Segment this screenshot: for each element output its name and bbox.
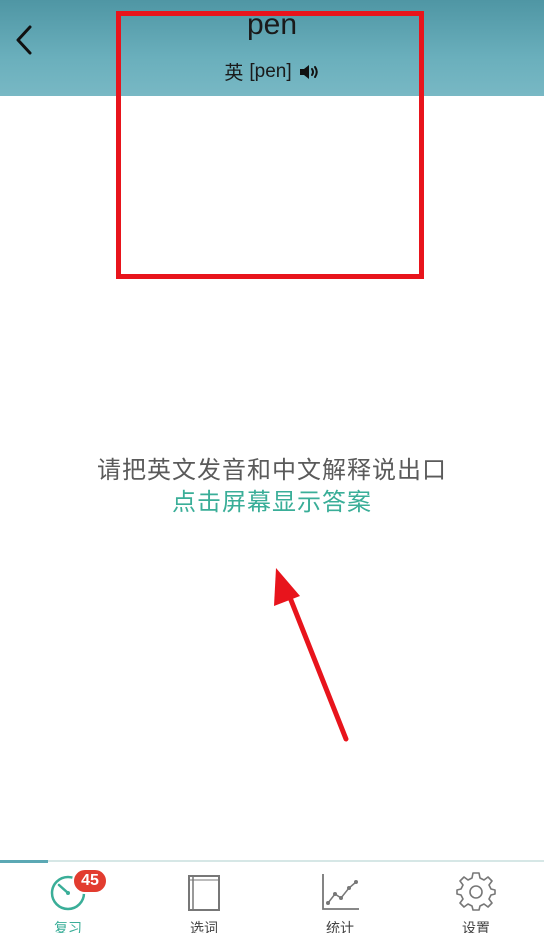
tab-settings[interactable]: 设置 [408,862,544,933]
speaker-icon[interactable] [298,63,320,81]
tab-label: 统计 [326,921,354,933]
tab-label: 选词 [190,921,218,933]
tab-select-words[interactable]: 选词 [136,862,272,933]
phonetic-text: [pen] [249,60,292,82]
phonetic-lang: 英 [224,63,244,84]
phonetic-row: 英 [pen] [0,58,544,85]
book-icon [184,872,224,912]
word-title: pen [246,8,298,41]
tab-statistics[interactable]: 统计 [272,862,408,933]
word-header: pen 英 [pen] [0,0,544,96]
tab-label: 复习 [54,921,82,933]
tab-review[interactable]: 45 复习 [0,862,136,933]
instruction-text: 请把英文发音和中文解释说出口 [97,456,447,484]
bottom-tab-bar: 45 复习 选词 统计 设置 [0,860,544,933]
gear-icon [456,872,496,912]
reveal-answer-link[interactable]: 点击屏幕显示答案 [0,482,544,517]
tab-label: 设置 [462,921,490,933]
line-chart-icon [320,872,360,912]
review-count-badge: 45 [72,868,108,894]
